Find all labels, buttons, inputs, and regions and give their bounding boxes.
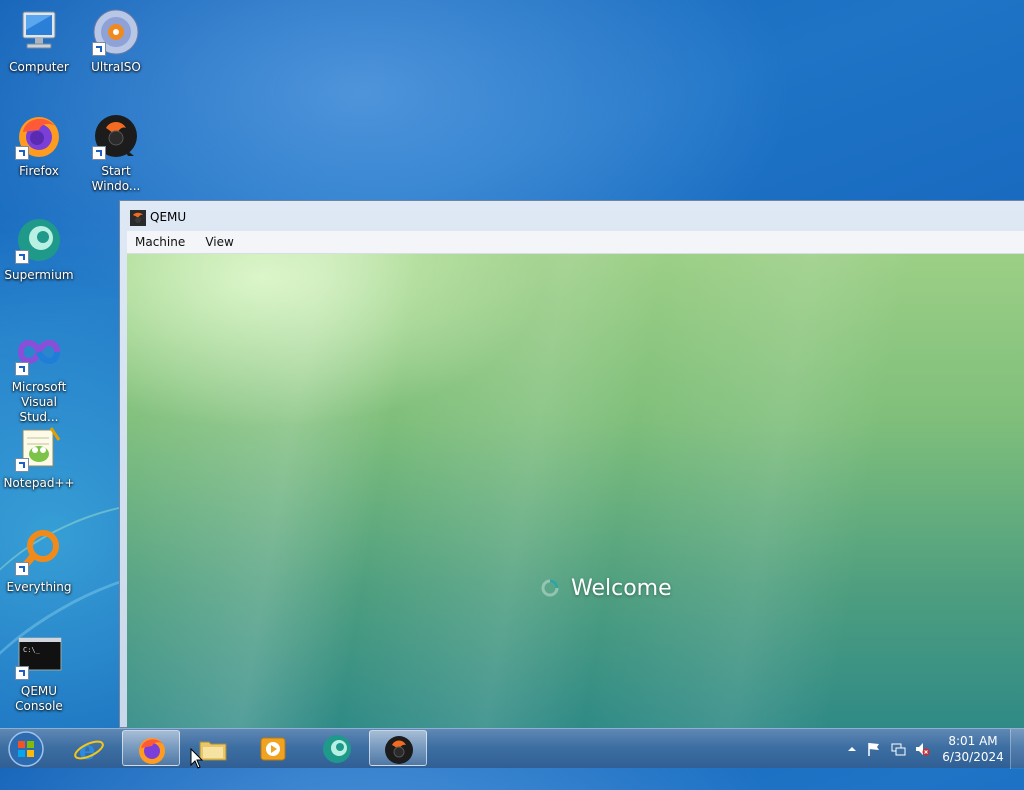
computer-icon [15, 8, 63, 56]
desktop-icon-supermium[interactable]: Supermium [1, 216, 77, 283]
ultraiso-icon [92, 8, 140, 56]
volume-muted-icon[interactable] [914, 741, 930, 757]
desktop-icon-computer[interactable]: Computer [1, 8, 77, 75]
taskbar-clock[interactable]: 8:01 AM 6/30/2024 [940, 733, 1006, 765]
shortcut-arrow-icon [15, 250, 29, 264]
shortcut-arrow-icon [15, 562, 29, 576]
desktop-icon-label: Microsoft Visual Stud... [11, 380, 67, 424]
shortcut-arrow-icon [92, 42, 106, 56]
desktop-icon-label: Firefox [19, 164, 59, 178]
welcome-text: Welcome [571, 576, 672, 601]
desktop-icon-label: Start Windo... [91, 164, 141, 193]
action-center-flag-icon[interactable] [866, 741, 882, 757]
firefox-icon [139, 738, 165, 764]
desktop-icon-firefox[interactable]: Firefox [1, 112, 77, 179]
qemu-window[interactable]: QEMU Machine View Welcome [119, 200, 1024, 728]
desktop-icon-everything[interactable]: Everything [1, 528, 77, 595]
shortcut-arrow-icon [92, 146, 106, 160]
supermium-icon [323, 735, 351, 763]
clock-time: 8:01 AM [948, 734, 998, 748]
clock-date: 6/30/2024 [942, 750, 1004, 764]
taskbar: e 8:01 AM 6/30/2024 [0, 728, 1024, 769]
taskbar-qemu[interactable] [369, 730, 427, 766]
desktop-icon-label: Everything [6, 580, 72, 594]
qemu-icon [130, 210, 146, 226]
qemu-icon [385, 736, 413, 764]
desktop-icon-start-windows[interactable]: Start Windo... [78, 112, 154, 194]
taskbar-supermium[interactable] [308, 730, 366, 766]
desktop-icon-label: UltraISO [91, 60, 141, 74]
console-icon: C:\_ [15, 632, 63, 680]
shortcut-arrow-icon [15, 458, 29, 472]
internet-explorer-icon: e [74, 736, 104, 765]
window-titlebar[interactable]: QEMU [120, 201, 1024, 231]
start-button[interactable] [6, 730, 46, 768]
show-desktop-button[interactable] [1010, 729, 1024, 769]
desktop-icon-qemu-console[interactable]: C:\_ QEMU Console [1, 632, 77, 714]
firefox-icon [15, 112, 63, 160]
notepad-plus-plus-icon [15, 424, 63, 472]
media-player-icon [260, 737, 286, 761]
mouse-cursor-icon [190, 748, 204, 769]
desktop-icon-label: QEMU Console [15, 684, 63, 713]
shortcut-arrow-icon [15, 146, 29, 160]
loading-spinner-icon [541, 579, 559, 597]
desktop-icon-ultraiso[interactable]: UltraISO [78, 8, 154, 75]
menu-view[interactable]: View [197, 231, 240, 249]
menu-machine[interactable]: Machine [127, 231, 192, 249]
welcome-status: Welcome [541, 576, 672, 601]
taskbar-media-player[interactable] [244, 730, 302, 766]
desktop-icon-label: Computer [9, 60, 69, 74]
everything-search-icon [15, 528, 63, 576]
qemu-icon [92, 112, 140, 160]
windows-logo-icon [8, 731, 44, 767]
taskbar-internet-explorer[interactable]: e [60, 730, 118, 766]
desktop-icon-notepad-plus-plus[interactable]: Notepad++ [1, 424, 77, 491]
svg-text:C:\_: C:\_ [23, 646, 41, 654]
supermium-icon [15, 216, 63, 264]
guest-display[interactable]: Welcome [127, 254, 1024, 728]
svg-text:e: e [79, 736, 96, 765]
desktop-icon-label: Notepad++ [3, 476, 75, 490]
shortcut-arrow-icon [15, 666, 29, 680]
visual-studio-icon [15, 328, 63, 376]
menu-bar: Machine View [127, 231, 1024, 254]
desktop-icon-visual-studio[interactable]: Microsoft Visual Stud... [1, 328, 77, 425]
network-icon[interactable] [890, 741, 906, 757]
desktop-icon-label: Supermium [4, 268, 74, 282]
shortcut-arrow-icon [15, 362, 29, 376]
taskbar-firefox[interactable] [122, 730, 180, 766]
show-hidden-icons-chevron-up-icon[interactable] [844, 741, 860, 757]
window-title: QEMU [150, 210, 187, 224]
